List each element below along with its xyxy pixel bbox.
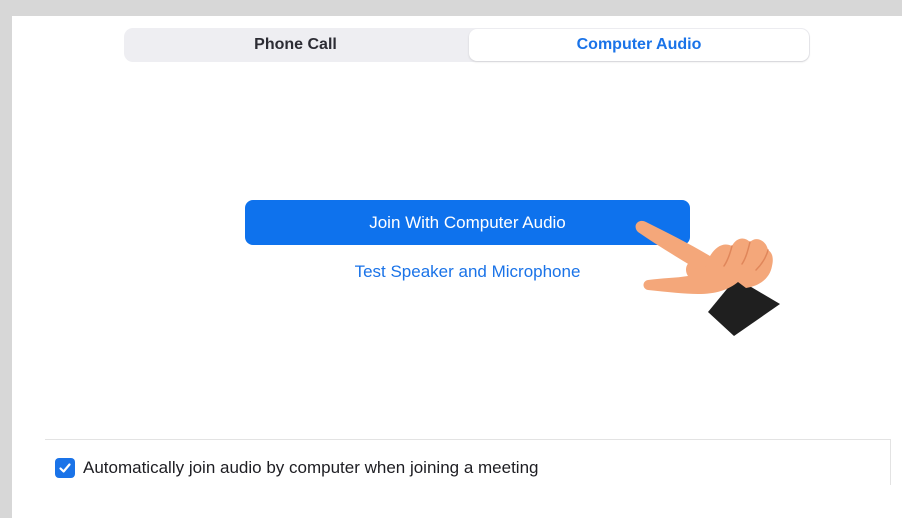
footer-divider-vertical (890, 439, 891, 485)
audio-tab-bar: Phone Call Computer Audio (124, 28, 810, 62)
auto-join-option: Automatically join audio by computer whe… (55, 455, 538, 481)
join-with-computer-audio-button[interactable]: Join With Computer Audio (245, 200, 690, 245)
footer-divider (45, 439, 891, 440)
auto-join-label: Automatically join audio by computer whe… (83, 458, 539, 477)
hand-index-finger (635, 220, 710, 270)
window-border-left (0, 0, 12, 518)
test-speaker-microphone-link[interactable]: Test Speaker and Microphone (245, 258, 690, 286)
tab-phone-call[interactable]: Phone Call (124, 28, 467, 62)
tab-computer-audio[interactable]: Computer Audio (469, 29, 809, 61)
auto-join-checkbox[interactable] (55, 458, 75, 478)
pointing-hand-icon (635, 220, 780, 336)
checkmark-icon (59, 463, 71, 473)
window-frame: Phone Call Computer Audio Join With Comp… (0, 0, 902, 518)
window-border-top (0, 0, 902, 16)
